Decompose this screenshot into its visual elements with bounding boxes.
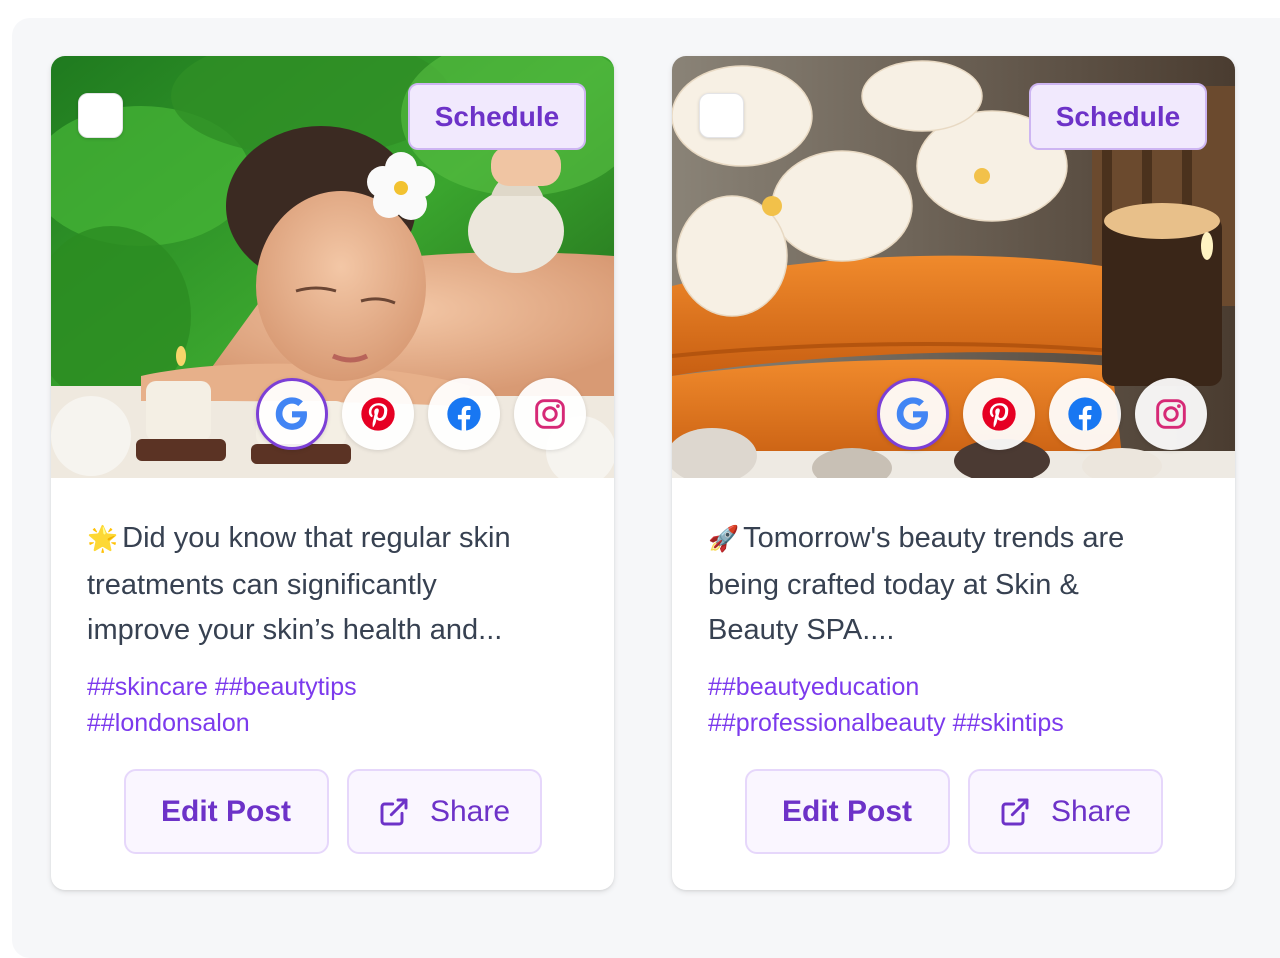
- instagram-icon: [1156, 399, 1186, 429]
- google-icon: [896, 397, 928, 430]
- external-link-icon: [380, 798, 408, 825]
- social-networks: [256, 378, 586, 450]
- star-emoji: 🌟: [87, 525, 119, 553]
- facebook-button[interactable]: [1049, 378, 1121, 450]
- post-image: Schedule: [51, 56, 614, 478]
- caption-line: improve your skin’s health and...: [87, 614, 503, 646]
- caption-line: being crafted today at Skin &: [708, 568, 1079, 601]
- hashtag-line[interactable]: ##londonsalon: [87, 705, 578, 741]
- caption-line: Beauty SPA....: [708, 614, 895, 646]
- share-button[interactable]: Share: [967, 769, 1163, 854]
- select-checkbox[interactable]: [78, 93, 123, 138]
- rocket-emoji: 🚀: [708, 525, 740, 553]
- edit-post-button[interactable]: Edit Post: [123, 769, 329, 854]
- post-caption: 🌟 Did you know that regular skin treatmen…: [87, 516, 578, 652]
- post-actions: Edit Post Share: [672, 769, 1235, 854]
- google-button[interactable]: [877, 378, 949, 450]
- facebook-button[interactable]: [428, 378, 500, 450]
- pinterest-button[interactable]: [342, 378, 414, 450]
- post-card: Schedule: [672, 56, 1235, 890]
- caption-line: Tomorrow's beauty trends are: [743, 522, 1125, 554]
- hashtag-line[interactable]: ##skincare ##beautytips: [87, 669, 578, 705]
- instagram-button[interactable]: [1135, 378, 1207, 450]
- pinterest-icon: [982, 397, 1016, 431]
- external-link-icon: [1001, 798, 1029, 825]
- instagram-icon: [535, 399, 565, 429]
- hashtag-line[interactable]: ##professionalbeauty ##skintips: [708, 705, 1199, 741]
- select-checkbox[interactable]: [699, 93, 744, 138]
- caption-line: treatments can significantly: [87, 568, 437, 601]
- pinterest-button[interactable]: [963, 378, 1035, 450]
- share-label: Share: [1050, 794, 1132, 828]
- facebook-icon: [1068, 397, 1102, 431]
- post-actions: Edit Post Share: [51, 769, 614, 854]
- hashtag-line[interactable]: ##beautyeducation: [708, 669, 1199, 705]
- caption-line: Did you know that regular skin: [122, 522, 511, 554]
- post-image: Schedule: [672, 56, 1235, 478]
- social-networks: [877, 378, 1207, 450]
- edit-post-button[interactable]: Edit Post: [744, 769, 950, 854]
- facebook-icon: [447, 397, 481, 431]
- post-hashtags: ##beautyeducation ##professionalbeauty #…: [708, 669, 1199, 741]
- google-icon: [275, 397, 307, 430]
- share-label: Share: [429, 794, 511, 828]
- google-button[interactable]: [256, 378, 328, 450]
- schedule-button[interactable]: Schedule: [408, 83, 586, 150]
- post-caption: 🚀 Tomorrow's beauty trends are being craf…: [708, 516, 1199, 652]
- share-button[interactable]: Share: [346, 769, 542, 854]
- instagram-button[interactable]: [514, 378, 586, 450]
- post-hashtags: ##skincare ##beautytips ##londonsalon: [87, 669, 578, 741]
- pinterest-icon: [361, 397, 395, 431]
- schedule-button[interactable]: Schedule: [1029, 83, 1207, 150]
- post-card: Schedule: [51, 56, 614, 890]
